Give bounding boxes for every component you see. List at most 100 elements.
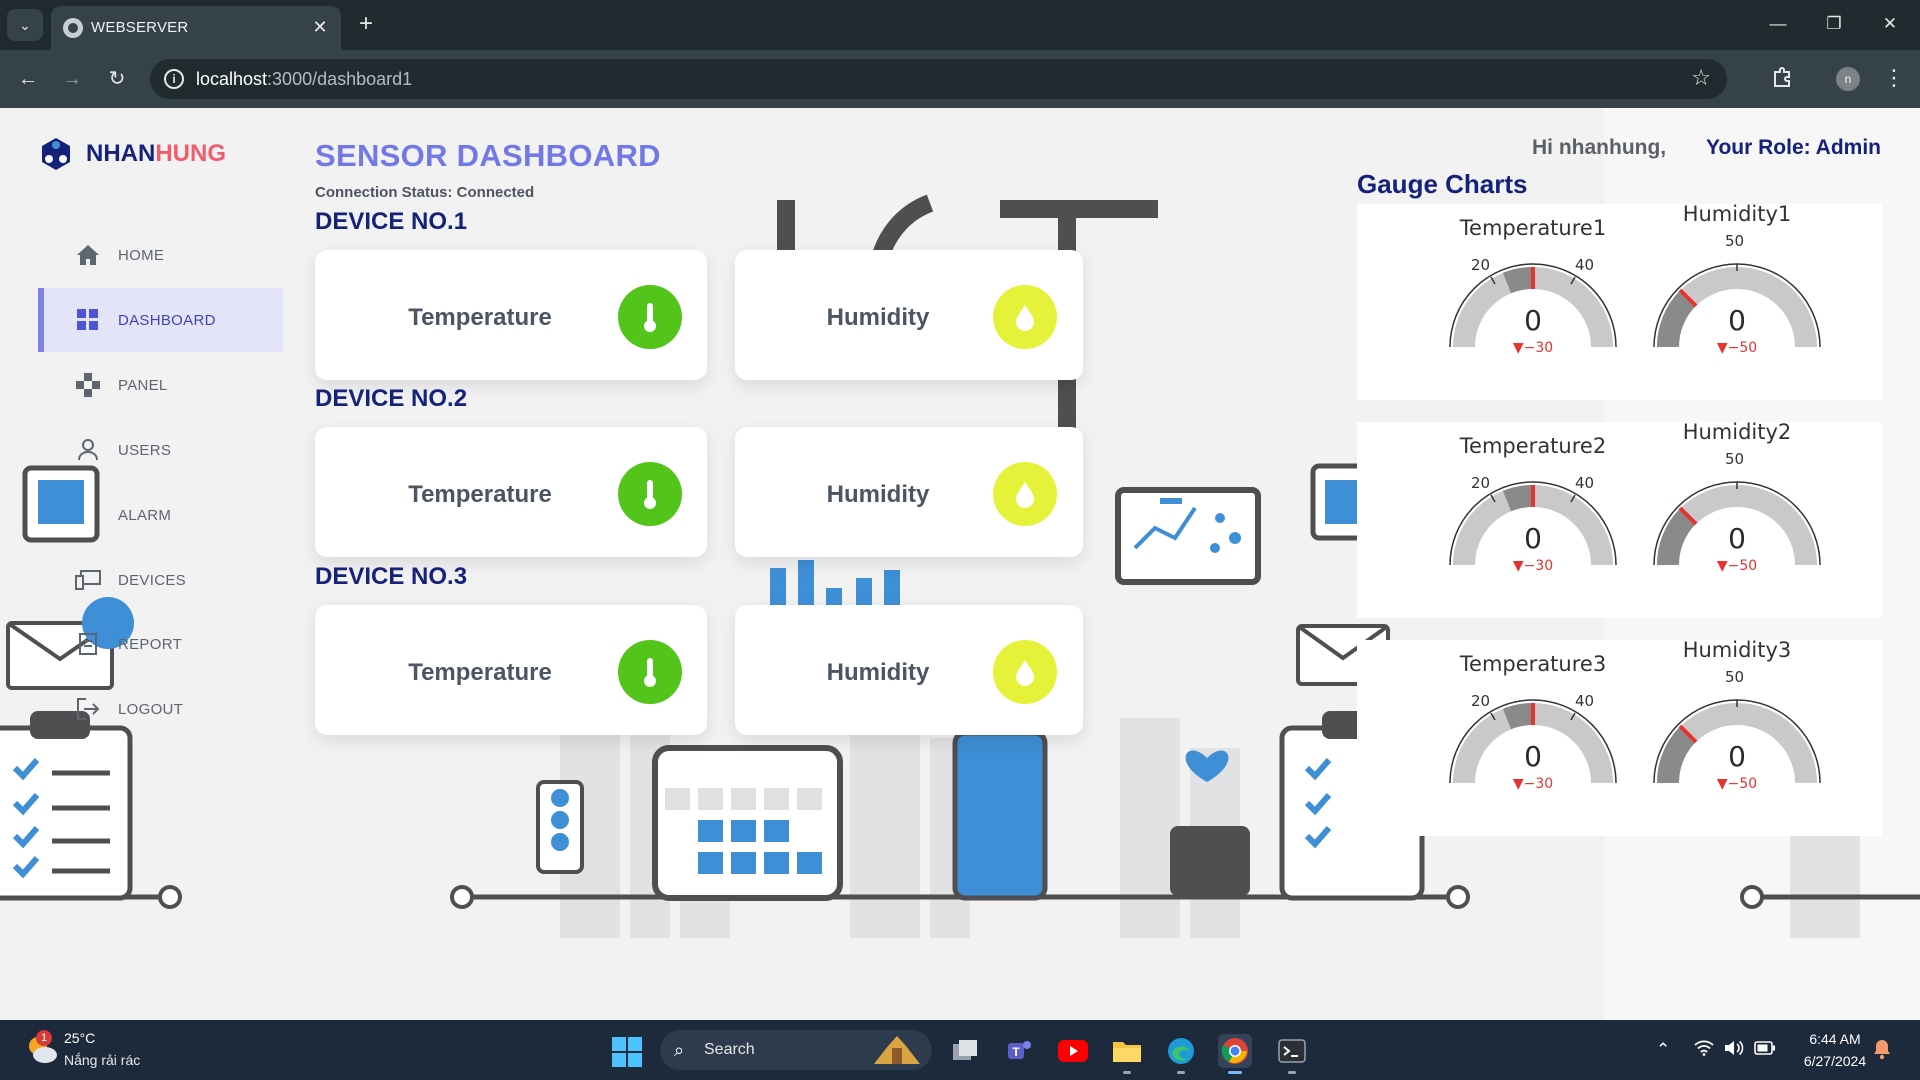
svg-text:T: T [1012,1045,1020,1059]
sidebar-item-users[interactable]: USERS [38,418,283,482]
teams-icon[interactable]: T [1002,1034,1036,1068]
gauge-value: 0 [1728,740,1746,773]
volume-icon[interactable] [1724,1040,1744,1061]
weather-temperature[interactable]: 25°C [64,1030,95,1046]
droplet-icon [993,462,1057,526]
sidebar-item-alarm[interactable]: ALARM [38,483,283,547]
gauge-panel: Temperature2 20 40 0 ▼−30 Humidity2 50 0… [1357,420,1882,618]
sidebar-item-panel[interactable]: PANEL [38,353,283,417]
sidebar-item-label: HOME [118,246,165,264]
windows-start-icon[interactable] [612,1037,642,1067]
sidebar-item-home[interactable]: HOME [38,223,283,287]
gauge-tick: 40 [1575,256,1595,274]
tab-search-button[interactable]: ⌄ [7,9,43,41]
gauge-delta: ▼−50 [1716,340,1758,356]
temperature-gauge: Temperature3 20 40 0 ▼−30 [1433,652,1633,812]
user-role: Your Role: Admin [1706,136,1881,159]
app-running-indicator [1177,1071,1185,1074]
youtube-icon[interactable] [1056,1034,1090,1068]
gauge-value: 0 [1728,522,1746,555]
restore-button[interactable]: ❐ [1820,12,1848,38]
notification-bell-icon[interactable] [1872,1038,1892,1065]
gauge-delta: ▼−50 [1716,558,1758,574]
thermometer-icon [618,640,682,704]
devices-icon [74,566,102,594]
device-title: DEVICE NO.2 [315,385,468,412]
browser-toolbar: ← → ↻ i localhost:3000/dashboard1 ☆ n ⋮ [0,50,1920,108]
clock-date[interactable]: 6/27/2024 [1795,1053,1875,1069]
taskbar: 1 25°C Nắng rải rác ⌕ Search T ⌃ 6:44 AM… [0,1020,1920,1080]
gauge-tick: 50 [1725,232,1745,250]
file-explorer-icon[interactable] [1110,1034,1144,1074]
back-button[interactable]: ← [14,65,42,93]
temperature-gauge: Temperature2 20 40 0 ▼−30 [1433,434,1633,594]
sidebar-item-label: ALARM [118,506,172,524]
card-label: Temperature [408,659,552,686]
sidebar-item-label: REPORT [118,635,183,653]
sidebar-item-logout[interactable]: LOGOUT [38,677,283,741]
gauge-tick: 20 [1471,256,1491,274]
sidebar-item-label: PANEL [118,376,168,394]
close-window-button[interactable]: ✕ [1876,12,1904,38]
reload-button[interactable]: ↻ [103,65,131,93]
humidity-gauge: Humidity3 50 0 ▼−50 [1637,638,1837,798]
temperature-card[interactable]: Temperature [315,427,707,557]
temperature-card[interactable]: Temperature [315,605,707,735]
close-tab-icon[interactable]: ✕ [309,16,331,38]
card-label: Humidity [826,481,930,508]
thermometer-icon [618,462,682,526]
clock-time[interactable]: 6:44 AM [1795,1031,1875,1047]
minimize-button[interactable]: — [1764,12,1792,38]
logout-icon [74,695,102,723]
gauge-tick: 50 [1725,668,1745,686]
temperature-gauge: Temperature1 20 40 0 ▼−30 [1433,216,1633,376]
user-icon [74,436,102,464]
new-tab-button[interactable]: + [352,11,380,39]
sidebar-item-report[interactable]: REPORT [38,612,283,676]
humidity-card[interactable]: Humidity [735,427,1083,557]
url-path: :3000/dashboard1 [267,69,413,89]
gauge-value: 0 [1524,522,1542,555]
site-info-icon[interactable]: i [164,69,184,89]
panel-icon [74,371,102,399]
tab-title: WEBSERVER [91,19,189,36]
battery-icon[interactable] [1754,1040,1776,1060]
humidity-card[interactable]: Humidity [735,605,1083,735]
temperature-card[interactable]: Temperature [315,250,707,380]
wifi-icon[interactable] [1694,1040,1714,1061]
sidebar-item-dashboard[interactable]: DASHBOARD [38,288,283,352]
chevron-up-icon[interactable]: ⌃ [1656,1040,1670,1060]
app-running-indicator [1288,1071,1296,1074]
chrome-icon[interactable] [1218,1034,1252,1074]
gauge-delta: ▼−50 [1716,776,1758,792]
sidebar-item-label: LOGOUT [118,700,184,718]
card-label: Humidity [826,659,930,686]
alarm-icon [74,501,102,529]
extensions-icon[interactable] [1770,66,1794,90]
bookmark-star-icon[interactable]: ☆ [1691,65,1711,91]
humidity-card[interactable]: Humidity [735,250,1083,380]
thermometer-icon [618,285,682,349]
globe-icon [63,18,83,38]
profile-avatar[interactable]: n [1836,67,1860,91]
sidebar-item-devices[interactable]: DEVICES [38,548,283,612]
gauge-delta: ▼−30 [1512,776,1554,792]
brand[interactable]: NHAN HUNG [40,134,226,174]
browser-menu-icon[interactable]: ⋮ [1882,64,1906,92]
weather-description[interactable]: Nắng rải rác [64,1052,140,1068]
edge-icon[interactable] [1164,1034,1198,1074]
droplet-icon [993,285,1057,349]
device-title: DEVICE NO.3 [315,563,468,590]
brand-name-part1: NHAN [86,140,156,167]
home-icon [74,241,102,269]
browser-tab[interactable]: WEBSERVER ✕ [51,6,341,50]
forward-button[interactable]: → [58,65,86,93]
taskbar-search[interactable]: ⌕ Search [660,1030,932,1070]
gauge-value: 0 [1524,740,1542,773]
connection-status: Connection Status: Connected [315,184,535,201]
gauge-tick: 40 [1575,692,1595,710]
address-bar[interactable]: i localhost:3000/dashboard1 ☆ [150,59,1727,99]
terminal-icon[interactable] [1275,1034,1309,1074]
task-view-icon[interactable] [948,1034,982,1068]
brand-logo-icon [42,138,70,170]
